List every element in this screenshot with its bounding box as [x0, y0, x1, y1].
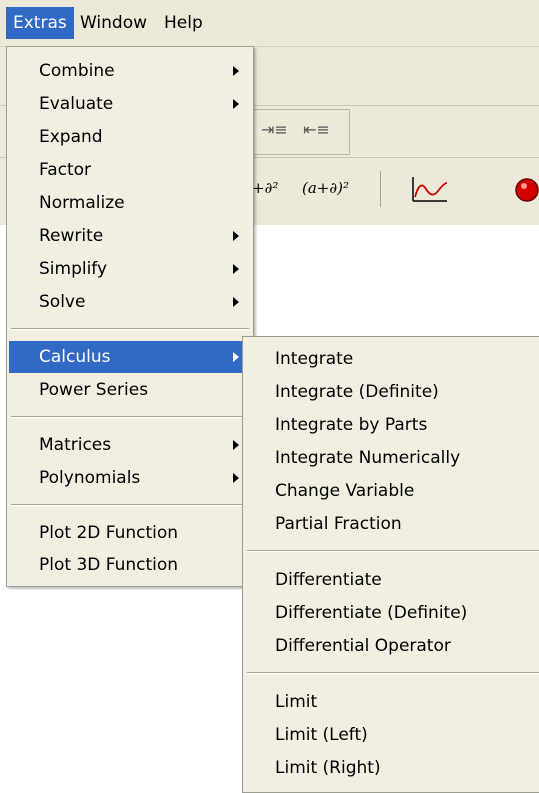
menu-item-partial-fraction[interactable]: Partial Fraction [245, 508, 539, 540]
menu-item-label: Calculus [39, 347, 111, 367]
menu-item-rewrite[interactable]: Rewrite [9, 220, 251, 252]
menu-item-factor[interactable]: Factor [9, 154, 251, 186]
menu-item-integrate-by-parts[interactable]: Integrate by Parts [245, 409, 539, 441]
menu-separator [11, 416, 249, 418]
menu-item-plot-2d[interactable]: Plot 2D Function [9, 517, 251, 549]
menu-item-integrate[interactable]: Integrate [245, 343, 539, 375]
menu-item-label: Polynomials [39, 468, 141, 488]
menu-item-label: Limit (Right) [275, 758, 381, 778]
extras-menu: Combine Evaluate Expand Factor Normalize… [6, 46, 254, 587]
menu-item-normalize[interactable]: Normalize [9, 187, 251, 219]
stop-icon[interactable] [514, 175, 539, 205]
menu-item-label: Rewrite [39, 226, 104, 246]
menu-item-label: Expand [39, 127, 103, 147]
menu-item-limit-right[interactable]: Limit (Right) [245, 752, 539, 784]
menu-item-label: Factor [39, 160, 92, 180]
menu-item-differential-operator[interactable]: Differential Operator [245, 630, 539, 662]
menu-item-label: Plot 3D Function [39, 555, 179, 575]
menu-item-label: Change Variable [275, 481, 415, 501]
menu-item-label: Integrate by Parts [275, 415, 428, 435]
submenu-arrow-icon [233, 352, 239, 362]
menu-bar: Extras Window Help [0, 0, 539, 47]
menu-item-label: Partial Fraction [275, 514, 402, 534]
menu-item-label: Limit (Left) [275, 725, 368, 745]
menu-item-polynomials[interactable]: Polynomials [9, 462, 251, 494]
calculus-submenu: Integrate Integrate (Definite) Integrate… [242, 336, 539, 793]
menu-separator [11, 328, 249, 330]
menu-item-combine[interactable]: Combine [9, 55, 251, 87]
toolbar-separator [380, 171, 381, 207]
menu-item-calculus[interactable]: Calculus [9, 341, 251, 373]
menu-help[interactable]: Help [157, 7, 210, 39]
menu-item-integrate-numerically[interactable]: Integrate Numerically [245, 442, 539, 474]
menu-item-label: Limit [275, 692, 318, 712]
plot-function-icon[interactable] [410, 175, 450, 205]
menu-item-label: Integrate Numerically [275, 448, 461, 468]
menu-item-limit[interactable]: Limit [245, 686, 539, 718]
outdent-icon[interactable]: ⇤≡ [303, 120, 330, 139]
menu-item-differentiate[interactable]: Differentiate [245, 564, 539, 596]
menu-item-label: Matrices [39, 435, 112, 455]
menu-item-evaluate[interactable]: Evaluate [9, 88, 251, 120]
menu-item-label: Integrate (Definite) [275, 382, 439, 402]
menu-item-label: Differentiate (Definite) [275, 603, 468, 623]
menu-item-expand[interactable]: Expand [9, 121, 251, 153]
indent-icon[interactable]: ⇥≡ [261, 120, 288, 139]
menu-item-label: Differentiate [275, 570, 382, 590]
menu-item-label: Differential Operator [275, 636, 451, 656]
submenu-arrow-icon [233, 66, 239, 76]
menu-item-label: Combine [39, 61, 115, 81]
menu-item-change-variable[interactable]: Change Variable [245, 475, 539, 507]
submenu-arrow-icon [233, 99, 239, 109]
menu-extras[interactable]: Extras [6, 7, 74, 39]
submenu-arrow-icon [233, 440, 239, 450]
menu-window[interactable]: Window [73, 7, 154, 39]
menu-item-label: Simplify [39, 259, 108, 279]
menu-separator [247, 550, 539, 552]
menu-item-label: Solve [39, 292, 86, 312]
submenu-arrow-icon [233, 231, 239, 241]
menu-separator [11, 504, 249, 506]
menu-item-label: Normalize [39, 193, 125, 213]
menu-item-differentiate-definite[interactable]: Differentiate (Definite) [245, 597, 539, 629]
menu-item-label: Plot 2D Function [39, 523, 179, 543]
menu-item-simplify[interactable]: Simplify [9, 253, 251, 285]
menu-item-label: Power Series [39, 380, 149, 400]
menu-item-plot-3d[interactable]: Plot 3D Function [9, 549, 251, 581]
menu-item-limit-left[interactable]: Limit (Left) [245, 719, 539, 751]
expand-expr-button[interactable]: +∂² [252, 179, 278, 197]
submenu-arrow-icon [233, 473, 239, 483]
indent-toolbar: ⇥≡ ⇤≡ [250, 109, 350, 155]
submenu-arrow-icon [233, 297, 239, 307]
menu-item-matrices[interactable]: Matrices [9, 429, 251, 461]
menu-item-label: Integrate [275, 349, 354, 369]
binomial-expr-button[interactable]: (a+∂)² [302, 179, 349, 197]
menu-item-label: Evaluate [39, 94, 114, 114]
menu-item-power-series[interactable]: Power Series [9, 374, 251, 406]
menu-item-integrate-definite[interactable]: Integrate (Definite) [245, 376, 539, 408]
submenu-arrow-icon [233, 264, 239, 274]
menu-item-solve[interactable]: Solve [9, 286, 251, 318]
menu-separator [247, 672, 539, 674]
